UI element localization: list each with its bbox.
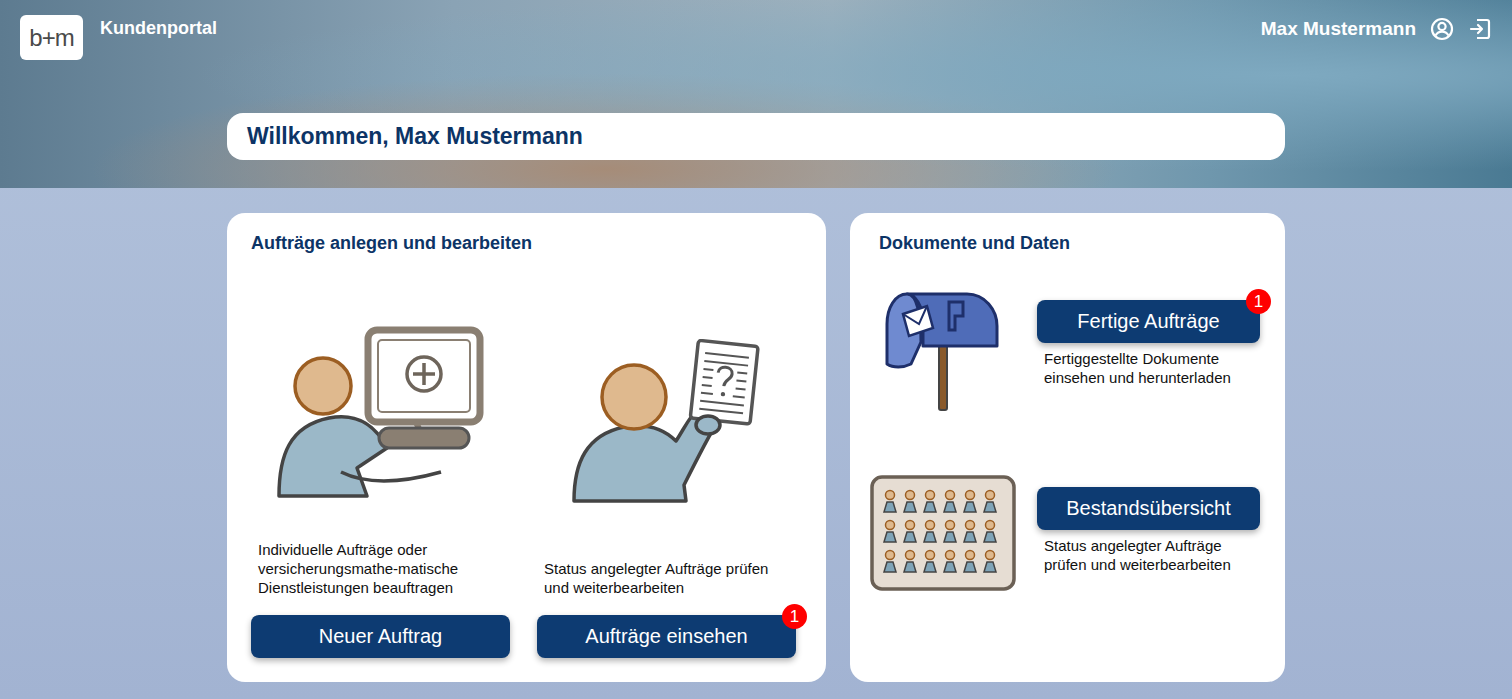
orders-card: Aufträge anlegen und bearbeiten Individu… <box>227 213 826 682</box>
user-name[interactable]: Max Mustermann <box>1261 18 1416 40</box>
hero: b+m Kundenportal Max Mustermann Willkomm… <box>0 0 1512 188</box>
notification-badge: 1 <box>1246 289 1271 314</box>
action-description: Status angelegter Aufträge prüfen und we… <box>544 559 796 597</box>
notification-badge: 1 <box>782 604 807 629</box>
logo[interactable]: b+m <box>20 15 83 60</box>
document-description: Status angelegter Aufträge prüfen und we… <box>1044 536 1264 574</box>
user-area: Max Mustermann <box>1261 17 1492 41</box>
logout-icon[interactable] <box>1468 17 1492 41</box>
documents-card: Dokumente und Daten Fertige Aufträge 1 F… <box>850 213 1285 682</box>
order-action: Status angelegter Aufträge prüfen und we… <box>537 254 796 658</box>
document-button[interactable]: Bestandsübersicht <box>1037 487 1260 530</box>
top-bar: b+m Kundenportal Max Mustermann <box>0 0 1512 60</box>
brand[interactable]: b+m Kundenportal <box>20 15 217 60</box>
document-item: Bestandsübersicht Status angelegter Auft… <box>879 475 1265 591</box>
button-wrap: Fertige Aufträge 1 <box>1037 300 1260 343</box>
document-item: Fertige Aufträge 1 Fertiggestellte Dokum… <box>879 288 1265 413</box>
portal-title: Kundenportal <box>100 18 217 39</box>
new-order-icon <box>271 324 491 504</box>
inventory-board-icon <box>870 475 1016 591</box>
view-orders-icon <box>572 339 762 509</box>
card-title: Aufträge anlegen und bearbeiten <box>251 233 802 254</box>
illustration <box>869 288 1017 413</box>
welcome-text: Willkommen, Max Mustermann <box>247 123 583 150</box>
action-button[interactable]: Aufträge einsehen <box>537 615 796 658</box>
action-description: Individuelle Aufträge oder versicherungs… <box>258 540 510 597</box>
illustration <box>251 254 510 534</box>
illustration <box>869 475 1017 591</box>
card-title: Dokumente und Daten <box>879 233 1265 254</box>
order-action: Individuelle Aufträge oder versicherungs… <box>251 254 510 658</box>
mailbox-icon <box>883 288 1003 413</box>
document-actions: Fertige Aufträge 1 Fertiggestellte Dokum… <box>1037 300 1264 387</box>
page: b+m Kundenportal Max Mustermann Willkomm… <box>0 0 1512 699</box>
order-actions: Individuelle Aufträge oder versicherungs… <box>251 254 802 658</box>
button-wrap: Bestandsübersicht <box>1037 487 1260 530</box>
document-actions: Bestandsübersicht Status angelegter Auft… <box>1037 487 1264 574</box>
document-description: Fertiggestellte Dokumente einsehen und h… <box>1044 349 1264 387</box>
action-button[interactable]: Neuer Auftrag <box>251 615 510 658</box>
document-items: Fertige Aufträge 1 Fertiggestellte Dokum… <box>879 288 1265 591</box>
user-icon[interactable] <box>1430 17 1454 41</box>
welcome-bar: Willkommen, Max Mustermann <box>227 113 1285 160</box>
illustration <box>537 254 796 553</box>
dashboard: Aufträge anlegen und bearbeiten Individu… <box>227 213 1285 682</box>
button-wrap: Aufträge einsehen 1 <box>537 615 796 658</box>
document-button[interactable]: Fertige Aufträge <box>1037 300 1260 343</box>
button-wrap: Neuer Auftrag <box>251 615 510 658</box>
